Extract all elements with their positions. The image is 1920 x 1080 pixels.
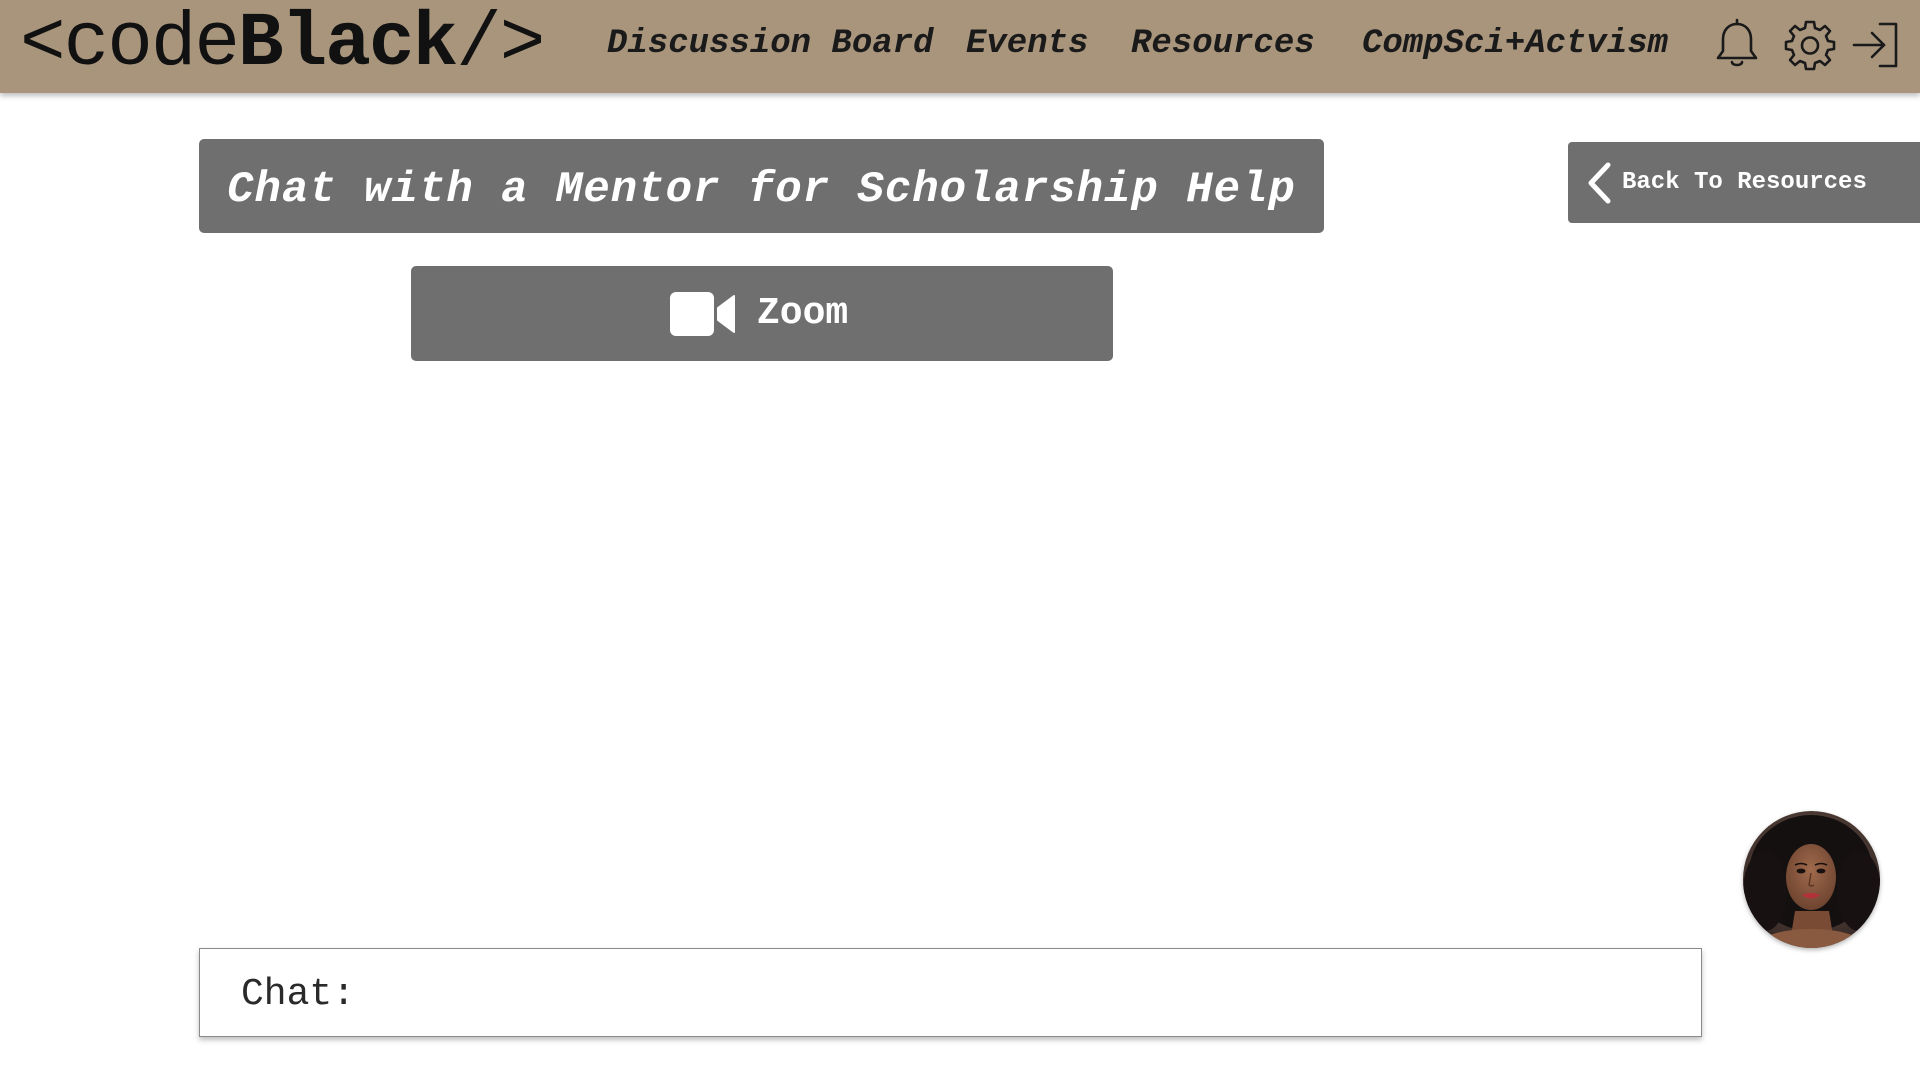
app-logo[interactable]: <codeBlack/> [20,0,545,93]
logo-prefix: <code [20,1,240,87]
zoom-button[interactable]: Zoom [411,266,1113,361]
page-title: Chat with a Mentor for Scholarship Help [199,139,1324,233]
zoom-button-label: Zoom [757,292,849,335]
top-navbar: <codeBlack/> Discussion Board Events Res… [0,0,1920,93]
logo-suffix: /> [456,1,545,87]
nav-link-discussion-board[interactable]: Discussion Board [607,0,933,93]
nav-link-resources[interactable]: Resources [1131,0,1315,93]
chat-input-box[interactable]: Chat: [199,948,1702,1037]
back-to-resources-button[interactable]: Back To Resources [1568,142,1920,223]
nav-link-events[interactable]: Events [966,0,1088,93]
back-button-label: Back To Resources [1622,169,1867,196]
mentor-avatar[interactable] [1743,811,1880,948]
chevron-left-icon [1588,162,1611,204]
mentor-photo [1743,811,1880,948]
chat-label: Chat: [241,973,356,1016]
video-camera-icon [670,292,735,336]
logo-bold-text: Black [238,1,458,87]
chat-input[interactable] [410,967,1684,1021]
gear-icon[interactable] [1783,18,1837,72]
bell-icon[interactable] [1710,18,1764,72]
nav-link-compsci-activism[interactable]: CompSci+Actvism [1362,0,1668,93]
logout-icon[interactable] [1850,18,1904,72]
